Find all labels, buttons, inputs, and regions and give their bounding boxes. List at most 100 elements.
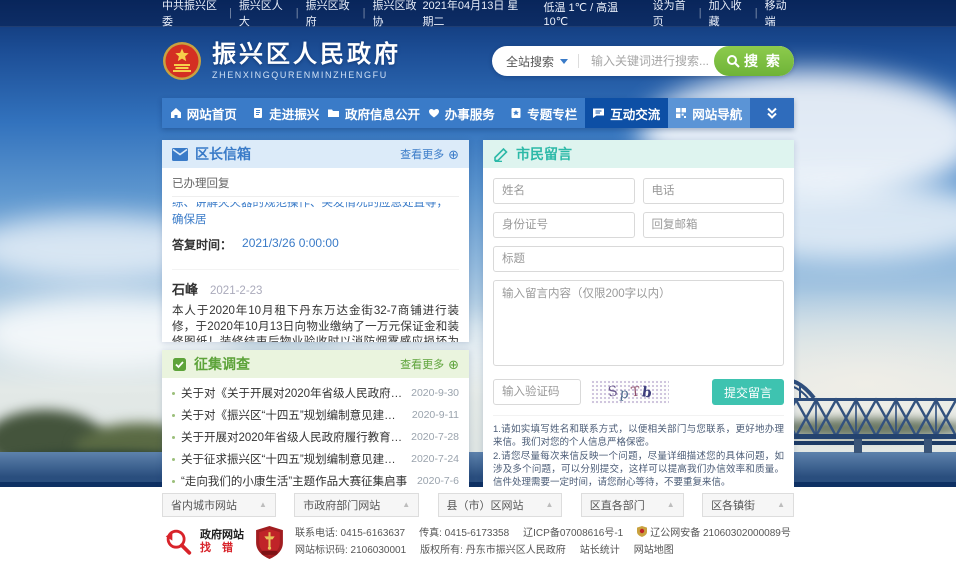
select-city-gov-departments[interactable]: 市政府部门网站▲ (294, 493, 419, 517)
reply-email-field[interactable] (643, 212, 785, 238)
survey-item-date: 2020-7-24 (411, 453, 459, 465)
captcha-input[interactable] (493, 379, 581, 405)
survey-item-date: 2020-7-6 (417, 475, 459, 487)
separator: | (755, 7, 758, 19)
survey-list-item[interactable]: 关于对《关于开展对2020年省级人民政府履行教育职责情况满... 2020-9-… (172, 382, 459, 404)
survey-list-item[interactable]: 关于征求振兴区“十四五”规划编制意见建议的公告 2020-7-24 (172, 448, 459, 470)
pencil-icon (493, 147, 509, 162)
survey-title: 征集调查 (194, 354, 250, 374)
heart-icon (428, 107, 440, 119)
sitemap-link[interactable]: 网站地图 (634, 542, 674, 559)
topbar-link-party-committee[interactable]: 中共振兴区委 (162, 0, 222, 29)
nav-item-label: 办事服务 (445, 104, 495, 123)
document-icon (252, 107, 264, 119)
letter-author: 石峰 (172, 279, 198, 298)
topbar: 中共振兴区委| 振兴区人大| 振兴区政府| 振兴区政协 2021年04月13日 … (0, 0, 956, 27)
circle-plus-icon: ⊕ (448, 148, 459, 161)
search-scope-dropdown[interactable]: 全站搜索 (506, 53, 568, 70)
divider (578, 54, 579, 68)
nav-item-special-topics[interactable]: 专题专栏 (503, 98, 586, 128)
clipboard-check-icon (172, 357, 187, 372)
select-district-departments[interactable]: 区直各部门▲ (581, 493, 684, 517)
nav-item-interaction[interactable]: 互动交流 (585, 98, 668, 128)
nav-item-about[interactable]: 走进振兴 (245, 98, 328, 128)
main-content: 区长信箱 查看更多 ⊕ 已办理回复 练、讲解灭火器的规范操作、突发情况的应急处置… (162, 140, 794, 527)
separator: | (229, 7, 232, 19)
mobile-site-link[interactable]: 移动端 (765, 0, 794, 29)
nav-more-button[interactable] (750, 98, 794, 128)
webmaster-stats-link[interactable]: 站长统计 (580, 542, 620, 559)
double-chevron-down-icon (765, 107, 779, 120)
nav-item-label: 专题专栏 (527, 104, 577, 123)
separator: | (699, 7, 702, 19)
search-icon (726, 54, 740, 68)
nav-item-label: 走进振兴 (269, 104, 319, 123)
mailbox-more-link[interactable]: 查看更多 ⊕ (400, 146, 459, 162)
nav-item-label: 网站首页 (187, 104, 237, 123)
circle-plus-icon: ⊕ (448, 358, 459, 371)
mailbox-tab-replied[interactable]: 已办理回复 (172, 168, 459, 197)
letter-body: 本人于2020年10月租下丹东万达金街32-7商铺进行装修，于2020年10月1… (172, 304, 459, 342)
survey-list-item[interactable]: 关于对《振兴区“十四五”规划编制意见建议的公告》公开征... 2020-9-11 (172, 404, 459, 426)
select-province-city-sites[interactable]: 省内城市网站▲ (162, 493, 276, 517)
subject-field[interactable] (493, 246, 784, 272)
mailbox-body: 已办理回复 练、讲解灭火器的规范操作、突发情况的应急处置等，确保居 在院老人提供… (162, 168, 469, 342)
bullet-dot (172, 458, 175, 461)
search-button[interactable]: 搜 索 (714, 46, 794, 76)
grid-icon (675, 107, 687, 119)
reply-time-value: 2021/3/26 0:00:00 (242, 236, 339, 253)
captcha-char: T (630, 384, 640, 400)
letter-item[interactable]: 石峰 2021-2-23 本人于2020年10月租下丹东万达金街32-7商铺进行… (172, 269, 459, 342)
survey-item-text: 关于开展对2020年省级人民政府履行教育职责情况满意度调查... (181, 429, 403, 445)
id-number-field[interactable] (493, 212, 635, 238)
select-district-towns[interactable]: 区各镇街▲ (702, 493, 794, 517)
survey-header: 征集调查 查看更多 ⊕ (162, 350, 469, 378)
site-id-code: 网站标识码: 2106030001 (295, 542, 406, 559)
gov-site-error-report-logo[interactable]: 政府网站 找 错 (162, 527, 244, 557)
icp-license: 辽ICP备07008616号-1 (523, 525, 623, 542)
select-county-district-sites[interactable]: 县（市）区网站▲ (438, 493, 563, 517)
reply-excerpt-line: 练、讲解灭火器的规范操作、突发情况的应急处置等，确保居 (172, 202, 459, 229)
contact-phone: 联系电话: 0415-6163637 (295, 525, 405, 542)
name-field[interactable] (493, 178, 635, 204)
reply-excerpt: 练、讲解灭火器的规范操作、突发情况的应急处置等，确保居 在院老人提供一个安宁、祥… (172, 202, 459, 229)
message-form-body: S p T b 提交留言 1.请如实填写姓名和联系方式，以便相关部门与您联系，更… (483, 168, 794, 527)
site-logo[interactable]: 振兴区人民政府 ZHENXINGQURENMINZHENGFU (162, 41, 401, 81)
note-line: 2.请您尽量每次来信反映一个问题，尽量详细描述您的具体问题，如涉及多个问题，可以… (493, 450, 784, 489)
site-search: 全站搜索 搜 索 (492, 46, 794, 76)
survey-more-link[interactable]: 查看更多 ⊕ (400, 356, 459, 372)
triangle-up-icon: ▲ (259, 501, 267, 509)
survey-item-date: 2020-7-28 (411, 431, 459, 443)
nav-item-label: 互动交流 (610, 104, 660, 123)
nav-item-sitemap[interactable]: 网站导航 (668, 98, 751, 128)
bullet-dot (172, 414, 175, 417)
captcha-image[interactable]: S p T b (591, 380, 669, 404)
select-label: 县（市）区网站 (447, 497, 524, 513)
add-favorite-link[interactable]: 加入收藏 (709, 0, 748, 29)
survey-item-text: 关于对《关于开展对2020年省级人民政府履行教育职责情况满... (181, 385, 403, 401)
mailbox-header: 区长信箱 查看更多 ⊕ (162, 140, 469, 168)
site-title: 振兴区人民政府 (212, 42, 401, 68)
phone-field[interactable] (643, 178, 785, 204)
letter-date: 2021-2-23 (210, 285, 262, 297)
nav-item-services[interactable]: 办事服务 (420, 98, 503, 128)
nav-item-info-disclosure[interactable]: 政府信息公开 (327, 98, 420, 128)
select-label: 区各镇街 (711, 497, 755, 513)
bottom-area: 省内城市网站▲ 市政府部门网站▲ 县（市）区网站▲ 区直各部门▲ 区各镇街▲ (0, 487, 956, 574)
right-column: 市民留言 (483, 140, 794, 527)
party-gov-agency-emblem[interactable] (256, 526, 283, 559)
topbar-link-cppcc[interactable]: 振兴区政协 (372, 0, 422, 29)
message-content-field[interactable] (493, 280, 784, 366)
topbar-link-peoples-congress[interactable]: 振兴区人大 (239, 0, 289, 29)
topbar-link-district-gov[interactable]: 振兴区政府 (306, 0, 356, 29)
left-column: 区长信箱 查看更多 ⊕ 已办理回复 练、讲解灭火器的规范操作、突发情况的应急处置… (162, 140, 469, 490)
submit-message-button[interactable]: 提交留言 (712, 379, 784, 405)
search-scope-label: 全站搜索 (506, 53, 554, 70)
set-homepage-link[interactable]: 设为首页 (653, 0, 692, 29)
survey-card: 征集调查 查看更多 ⊕ 关于对《关于开展对2020年省级人民政府履行教育职责情况… (162, 350, 469, 490)
survey-list-item[interactable]: 关于开展对2020年省级人民政府履行教育职责情况满意度调查... 2020-7-… (172, 426, 459, 448)
survey-item-text: 关于对《振兴区“十四五”规划编制意见建议的公告》公开征... (181, 407, 404, 423)
site-footer: 政府网站 找 错 联系电话: 0415-6163637 传真: 0415-617… (162, 525, 794, 559)
nav-item-home[interactable]: 网站首页 (162, 98, 245, 128)
footer-info: 联系电话: 0415-6163637 传真: 0415-6173358 辽ICP… (295, 525, 805, 559)
